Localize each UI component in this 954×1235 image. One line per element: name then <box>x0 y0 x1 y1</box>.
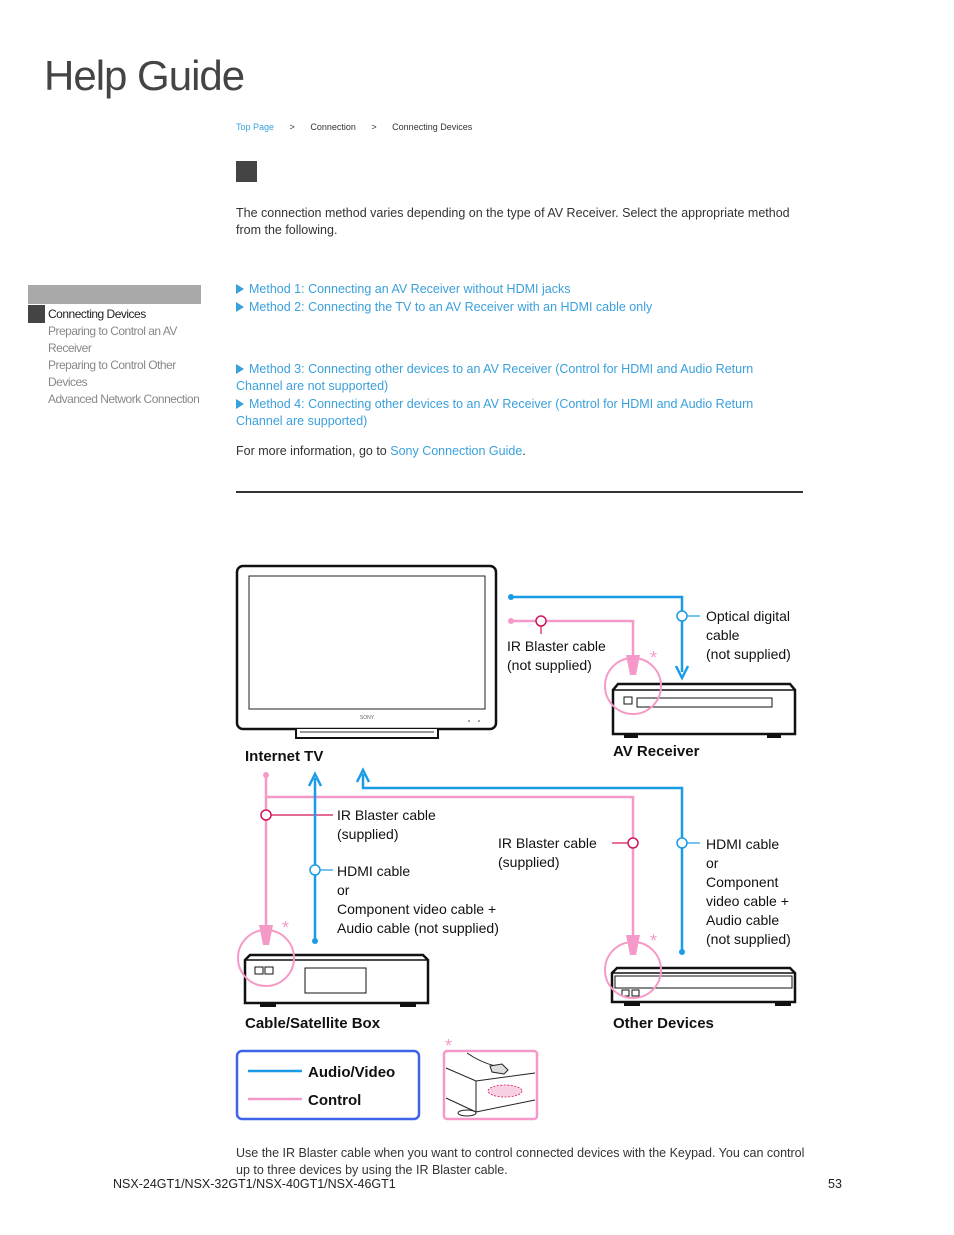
breadcrumb-connecting-devices: Connecting Devices <box>392 122 473 132</box>
hdmi-right-label: HDMI cable or Component video cable + Au… <box>706 836 793 947</box>
connection-diagram: SONY Internet TV AV Receiver Cable/Satel… <box>235 564 797 1121</box>
tv-brand-logo: SONY <box>360 715 375 721</box>
method-list-a: Method 1: Connecting an AV Receiver with… <box>236 281 796 317</box>
breadcrumb-connection: Connection <box>310 122 356 132</box>
breadcrumb-top-page[interactable]: Top Page <box>236 122 274 132</box>
more-info-prefix: For more information, go to <box>236 444 391 458</box>
sony-connection-guide-link[interactable]: Sony Connection Guide <box>390 444 522 458</box>
sidebar-active-marker <box>28 305 45 323</box>
av-receiver-label: AV Receiver <box>613 743 700 760</box>
footer-model: NSX-24GT1/NSX-32GT1/NSX-40GT1/NSX-46GT1 <box>113 1177 396 1191</box>
asterisk-icon: * <box>650 931 657 951</box>
method-link-label: Method 2: Connecting the TV to an AV Rec… <box>249 300 653 314</box>
triangle-right-icon <box>236 399 244 409</box>
method-link-label: Method 4: Connecting other devices to an… <box>236 397 754 428</box>
more-info-suffix: . <box>522 444 526 458</box>
asterisk-icon: * <box>282 918 289 938</box>
method-link-3[interactable]: Method 3: Connecting other devices to an… <box>236 361 796 395</box>
footer-page-number: 53 <box>828 1177 842 1191</box>
breadcrumb-separator: > <box>371 122 377 132</box>
method-link-label: Method 1: Connecting an AV Receiver with… <box>249 282 571 296</box>
method-link-4[interactable]: Method 4: Connecting other devices to an… <box>236 396 796 430</box>
breadcrumb-separator: > <box>289 122 295 132</box>
asterisk-icon: * <box>650 648 657 668</box>
sidebar-item-connecting-devices[interactable]: Connecting Devices <box>48 306 208 323</box>
legend-control-label: Control <box>308 1092 361 1109</box>
method-link-2[interactable]: Method 2: Connecting the TV to an AV Rec… <box>236 299 796 316</box>
sidebar-item-advanced-network[interactable]: Advanced Network Connection <box>48 391 208 408</box>
cable-box-label: Cable/Satellite Box <box>245 1015 381 1032</box>
breadcrumb: Top Page > Connection > Connecting Devic… <box>236 122 472 132</box>
triangle-right-icon <box>236 364 244 374</box>
sidebar-item-control-av-receiver[interactable]: Preparing to Control an AV Receiver <box>48 323 208 357</box>
optical-label: Optical digital cable (not supplied) <box>706 608 794 662</box>
ir-left-label: IR Blaster cable (supplied) <box>337 807 440 842</box>
section-heading-marker <box>236 161 257 182</box>
method-list-b: Method 3: Connecting other devices to an… <box>236 361 796 431</box>
cable-box-illustration <box>243 953 430 1007</box>
ir-blaster-note: Use the IR Blaster cable when you want t… <box>236 1146 805 1177</box>
hdmi-left-label: HDMI cable or Component video cable + Au… <box>337 863 500 936</box>
triangle-right-icon <box>236 284 244 294</box>
other-devices-illustration <box>610 966 797 1006</box>
other-devices-label: Other Devices <box>613 1015 714 1032</box>
page-header-title: Help Guide <box>44 52 245 99</box>
ir-sensor-detail-illustration <box>442 1049 539 1121</box>
av-receiver-illustration <box>611 682 797 738</box>
ir-right-label: IR Blaster cable (supplied) <box>498 835 601 870</box>
section-divider <box>236 491 803 493</box>
triangle-right-icon <box>236 302 244 312</box>
sidebar-item-control-other-devices[interactable]: Preparing to Control Other Devices <box>48 357 208 391</box>
more-info: For more information, go to Sony Connect… <box>236 444 526 458</box>
sidebar-header-bar <box>28 285 201 304</box>
intro-text: The connection method varies depending o… <box>236 206 790 237</box>
method-link-1[interactable]: Method 1: Connecting an AV Receiver with… <box>236 281 796 298</box>
tv-illustration: SONY <box>235 564 498 739</box>
legend-av-label: Audio/Video <box>308 1064 395 1081</box>
method-link-label: Method 3: Connecting other devices to an… <box>236 362 754 393</box>
legend: Audio/Video Control <box>235 1049 421 1121</box>
tv-label: Internet TV <box>245 748 323 765</box>
ir-top-label: IR Blaster cable (not supplied) <box>507 638 610 673</box>
sidebar-nav: Connecting Devices Preparing to Control … <box>48 306 208 408</box>
